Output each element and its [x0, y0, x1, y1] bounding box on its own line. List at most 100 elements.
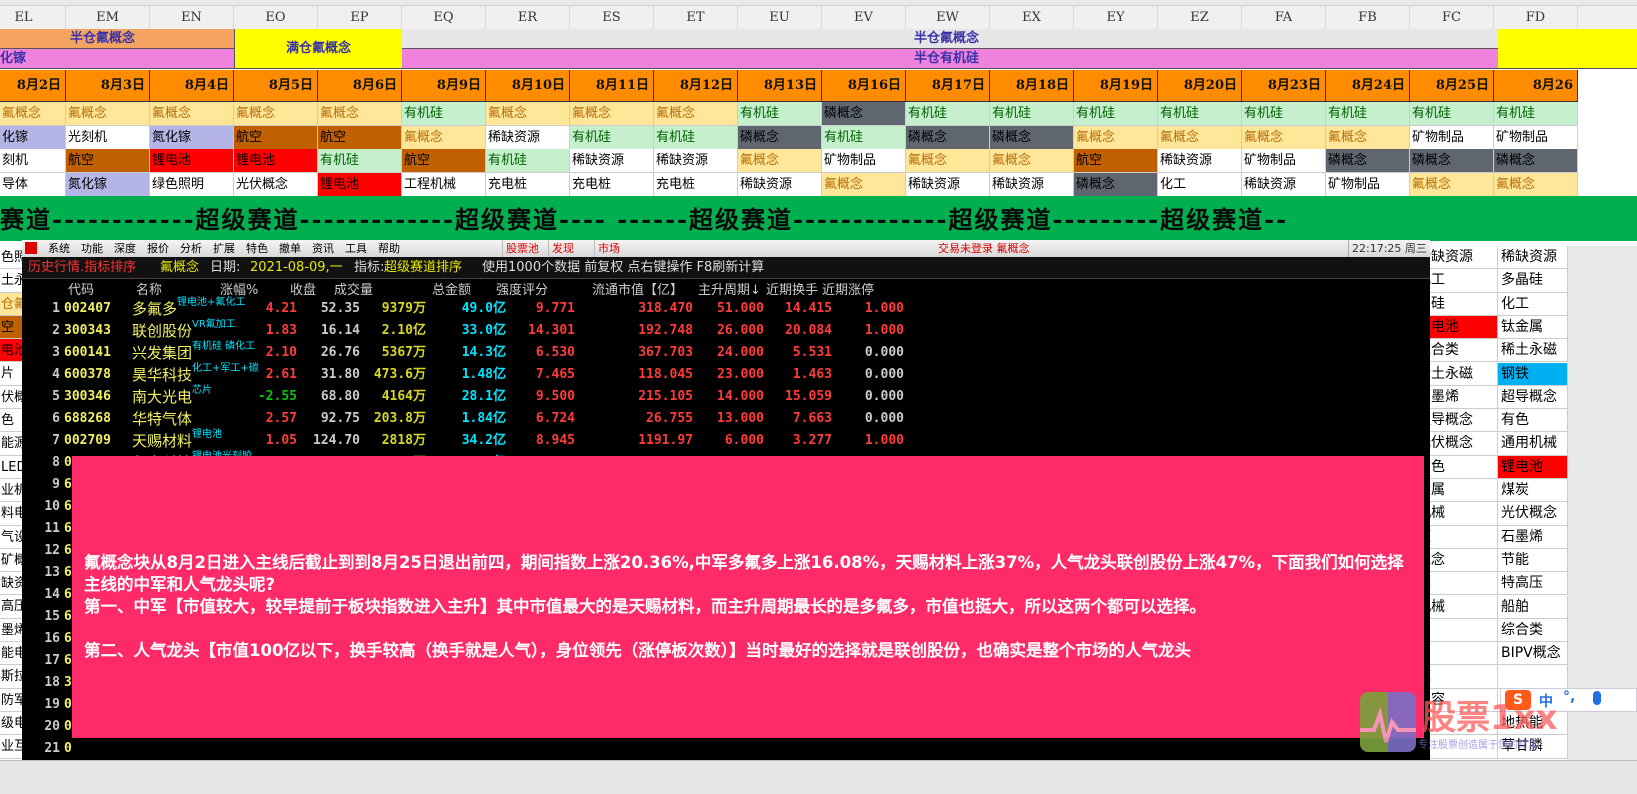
date-header[interactable]: 8月11日: [570, 70, 654, 102]
sheet-cell[interactable]: 有机硅: [570, 125, 654, 150]
sheet-cell[interactable]: 综合类: [1498, 618, 1568, 643]
sheet-cell[interactable]: 光伏概念: [234, 172, 318, 197]
menu-item-red[interactable]: 股票池: [502, 240, 539, 257]
column-header-en[interactable]: EN: [150, 6, 234, 30]
column-header-em[interactable]: EM: [66, 6, 150, 30]
sheet-cell[interactable]: 氟概念: [738, 149, 822, 173]
sheet-cell[interactable]: 稀缺资源: [486, 125, 570, 150]
sheet-cell[interactable]: 土永: [0, 269, 22, 293]
date-header[interactable]: 8月19日: [1074, 70, 1158, 102]
sheet-cell[interactable]: 综合类: [1430, 339, 1498, 363]
sheet-cell[interactable]: 色照: [0, 246, 22, 270]
menu-item[interactable]: 特色: [246, 240, 268, 257]
menu-item[interactable]: 资讯: [312, 240, 334, 257]
menu-item-red[interactable]: 市场: [594, 240, 620, 257]
sheet-cell[interactable]: 有机硅: [906, 102, 990, 126]
sheet-cell[interactable]: 磷概念: [738, 125, 822, 150]
menu-item[interactable]: 深度: [114, 240, 136, 257]
sheet-cell[interactable]: 机械: [1430, 595, 1498, 619]
sheet-cell[interactable]: [1430, 642, 1498, 666]
sheet-cell[interactable]: 有机硅: [990, 102, 1074, 126]
date-header[interactable]: 8月20日: [1158, 70, 1242, 102]
sheet-cell[interactable]: 能电: [0, 642, 22, 666]
sheet-cell[interactable]: 化工: [1158, 172, 1242, 197]
date-header[interactable]: 8月3日: [66, 70, 150, 102]
column-header-eo[interactable]: EO: [234, 6, 318, 30]
sheet-cell[interactable]: 业机: [0, 478, 22, 503]
sheet-cell[interactable]: 色: [0, 409, 22, 433]
date-header[interactable]: 8月24日: [1326, 70, 1410, 102]
sheet-cell[interactable]: 氟概念: [486, 102, 570, 126]
sheet-cell[interactable]: 工程机械: [402, 172, 486, 197]
sheet-cell[interactable]: 充电桩: [654, 172, 738, 197]
sheet-cell[interactable]: 墨烯: [0, 618, 22, 643]
sheet-cell[interactable]: 光伏概念: [1498, 502, 1568, 526]
column-header-eq[interactable]: EQ: [402, 6, 486, 30]
sheet-cell[interactable]: LED: [0, 455, 22, 479]
sheet-cell[interactable]: 压: [1430, 525, 1498, 549]
sheet-cell[interactable]: 有机硅: [1242, 102, 1326, 126]
sheet-cell[interactable]: 充电桩: [486, 172, 570, 197]
sheet-cell[interactable]: 锂电池: [234, 149, 318, 173]
sheet-cell[interactable]: 船舶: [1498, 595, 1568, 619]
menu-item-red[interactable]: 发现: [548, 240, 574, 257]
column-header-eu[interactable]: EU: [738, 6, 822, 30]
date-header[interactable]: 8月12日: [654, 70, 738, 102]
sheet-cell[interactable]: 航空: [402, 149, 486, 173]
date-value[interactable]: 2021-08-09,一: [250, 257, 343, 279]
sheet-cell[interactable]: 节能: [1498, 548, 1568, 573]
sheet-cell[interactable]: 有机硅: [654, 125, 738, 150]
sheet-cell[interactable]: 磷: [1430, 572, 1498, 596]
sheet-cell[interactable]: 航空: [318, 125, 402, 150]
sheet-cell[interactable]: 稀土永磁: [1430, 362, 1498, 386]
sheet-cell[interactable]: 机械: [1430, 502, 1498, 526]
sheet-cell[interactable]: 矿物制品: [1326, 172, 1410, 197]
date-header[interactable]: 8月26: [1494, 70, 1578, 102]
date-header[interactable]: 8月4日: [150, 70, 234, 102]
sheet-cell[interactable]: 有机硅: [1494, 102, 1578, 126]
sheet-cell[interactable]: 超导概念: [1498, 385, 1568, 410]
sheet-cell[interactable]: 石墨烯: [1498, 525, 1568, 549]
sheet-cell[interactable]: 刻机: [0, 149, 66, 173]
date-header[interactable]: 8月16日: [822, 70, 906, 102]
sheet-cell[interactable]: 磷概念: [1410, 149, 1494, 173]
sheet-cell[interactable]: 氟概念: [318, 102, 402, 126]
sheet-cell[interactable]: 特高压: [1498, 572, 1568, 596]
sheet-cell[interactable]: 绿色照明: [150, 172, 234, 197]
date-header[interactable]: 8月5日: [234, 70, 318, 102]
sheet-cell[interactable]: 煤炭: [1498, 479, 1568, 503]
sheet-cell[interactable]: 概念: [1430, 548, 1498, 573]
sheet-cell[interactable]: 多晶硅: [1498, 269, 1568, 293]
sheet-cell[interactable]: 有机硅: [822, 125, 906, 150]
sheet-cell[interactable]: 石墨烯: [1430, 385, 1498, 410]
sheet-cell[interactable]: 斯拉: [0, 665, 22, 689]
sheet-cell[interactable]: 氟概念: [990, 149, 1074, 173]
sheet-cell[interactable]: 电池: [0, 339, 22, 363]
app-logo-icon[interactable]: [25, 242, 37, 254]
sheet-cell[interactable]: 氟概念: [1242, 125, 1326, 150]
date-header[interactable]: 8月18日: [990, 70, 1074, 102]
sheet-cell[interactable]: 航空: [234, 125, 318, 150]
sheet-cell[interactable]: 稀土永磁: [1498, 339, 1568, 363]
sheet-cell[interactable]: 磷概念: [1326, 149, 1410, 173]
sheet-cell[interactable]: 矿物制品: [1494, 125, 1578, 150]
sheet-cell[interactable]: 仓氟: [0, 292, 22, 316]
menu-item[interactable]: 撤单: [279, 240, 301, 257]
menu-item[interactable]: 帮助: [378, 240, 400, 257]
menu-item[interactable]: 分析: [180, 240, 202, 257]
sheet-cell[interactable]: 有机硅: [1074, 102, 1158, 126]
column-header-ew[interactable]: EW: [906, 6, 990, 30]
sheet-cell[interactable]: 氟概念: [1410, 172, 1494, 197]
sheet-cell[interactable]: 有机硅: [402, 102, 486, 126]
table-row[interactable]: 6 688268 华特气体 2.57 92.75 203.8万 1.84亿 6.724 26.7…: [22, 408, 1430, 430]
sheet-cell[interactable]: 光伏概念: [1430, 432, 1498, 456]
date-header[interactable]: 8月2日: [0, 70, 66, 102]
sheet-cell[interactable]: 航空: [1074, 149, 1158, 173]
sheet-cell[interactable]: 超导概念: [1430, 409, 1498, 433]
sheet-cell[interactable]: 氟概念: [906, 149, 990, 173]
sheet-cell[interactable]: 导体: [0, 172, 66, 197]
sheet-cell[interactable]: 气设: [0, 525, 22, 549]
sheet-cell[interactable]: 氟概念: [1326, 125, 1410, 150]
sheet-cell[interactable]: 氟概念: [1158, 125, 1242, 150]
column-header-fc[interactable]: FC: [1410, 6, 1494, 30]
